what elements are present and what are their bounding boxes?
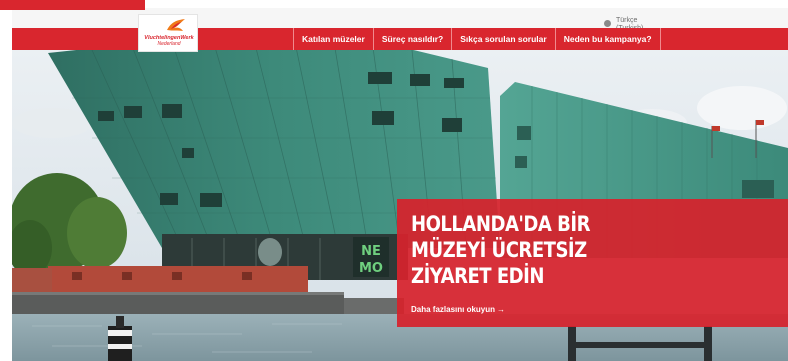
- read-more-label: Daha fazlasını okuyun: [411, 305, 496, 314]
- nemo-sign-bottom: MO: [359, 261, 383, 276]
- read-more-link[interactable]: Daha fazlasını okuyun →: [411, 305, 505, 315]
- main-nav: Katılan müzeler Süreç nasıldır? Sıkça so…: [12, 28, 788, 50]
- hero-title-line-3: ZİYARET EDİN: [411, 264, 544, 288]
- tree: [67, 197, 127, 269]
- arrow-right-icon: →: [497, 305, 506, 314]
- hero-title-line-1: HOLLANDA'DA BİR: [411, 212, 591, 236]
- globe-icon: [604, 20, 611, 27]
- nemo-sign-top: NE: [361, 244, 381, 259]
- nav-item-how-it-works[interactable]: Süreç nasıldır?: [372, 28, 451, 50]
- hero-promo: HOLLANDA'DA BİR MÜZEYİ ÜCRETSİZ ZİYARET …: [397, 199, 788, 327]
- bird-icon: [167, 19, 185, 31]
- nav-item-why-campaign[interactable]: Neden bu kampanya?: [554, 28, 661, 50]
- cloud: [12, 108, 92, 138]
- nav-item-participating-museums[interactable]: Katılan müzeler: [293, 28, 373, 50]
- site-logo[interactable]: VluchtelingenWerk Nederland: [138, 14, 198, 52]
- hero-title-line-2: MÜZEYİ ÜCRETSİZ: [411, 238, 587, 262]
- hero-title: HOLLANDA'DA BİR MÜZEYİ ÜCRETSİZ ZİYARET …: [411, 211, 635, 289]
- logo-sub: Nederland: [157, 41, 181, 47]
- corner-tab: [0, 0, 145, 10]
- cloud: [697, 86, 787, 130]
- language-name: Türkçe: [616, 17, 638, 24]
- nav-items: Katılan müzeler Süreç nasıldır? Sıkça so…: [293, 28, 661, 50]
- utility-bar: Türkçe (Turkish): [12, 8, 788, 32]
- nav-item-faq[interactable]: Sıkça sorulan sorular: [451, 28, 554, 50]
- page: NE MO Türkçe Katılan müzeler Süreç nasıl…: [0, 0, 788, 361]
